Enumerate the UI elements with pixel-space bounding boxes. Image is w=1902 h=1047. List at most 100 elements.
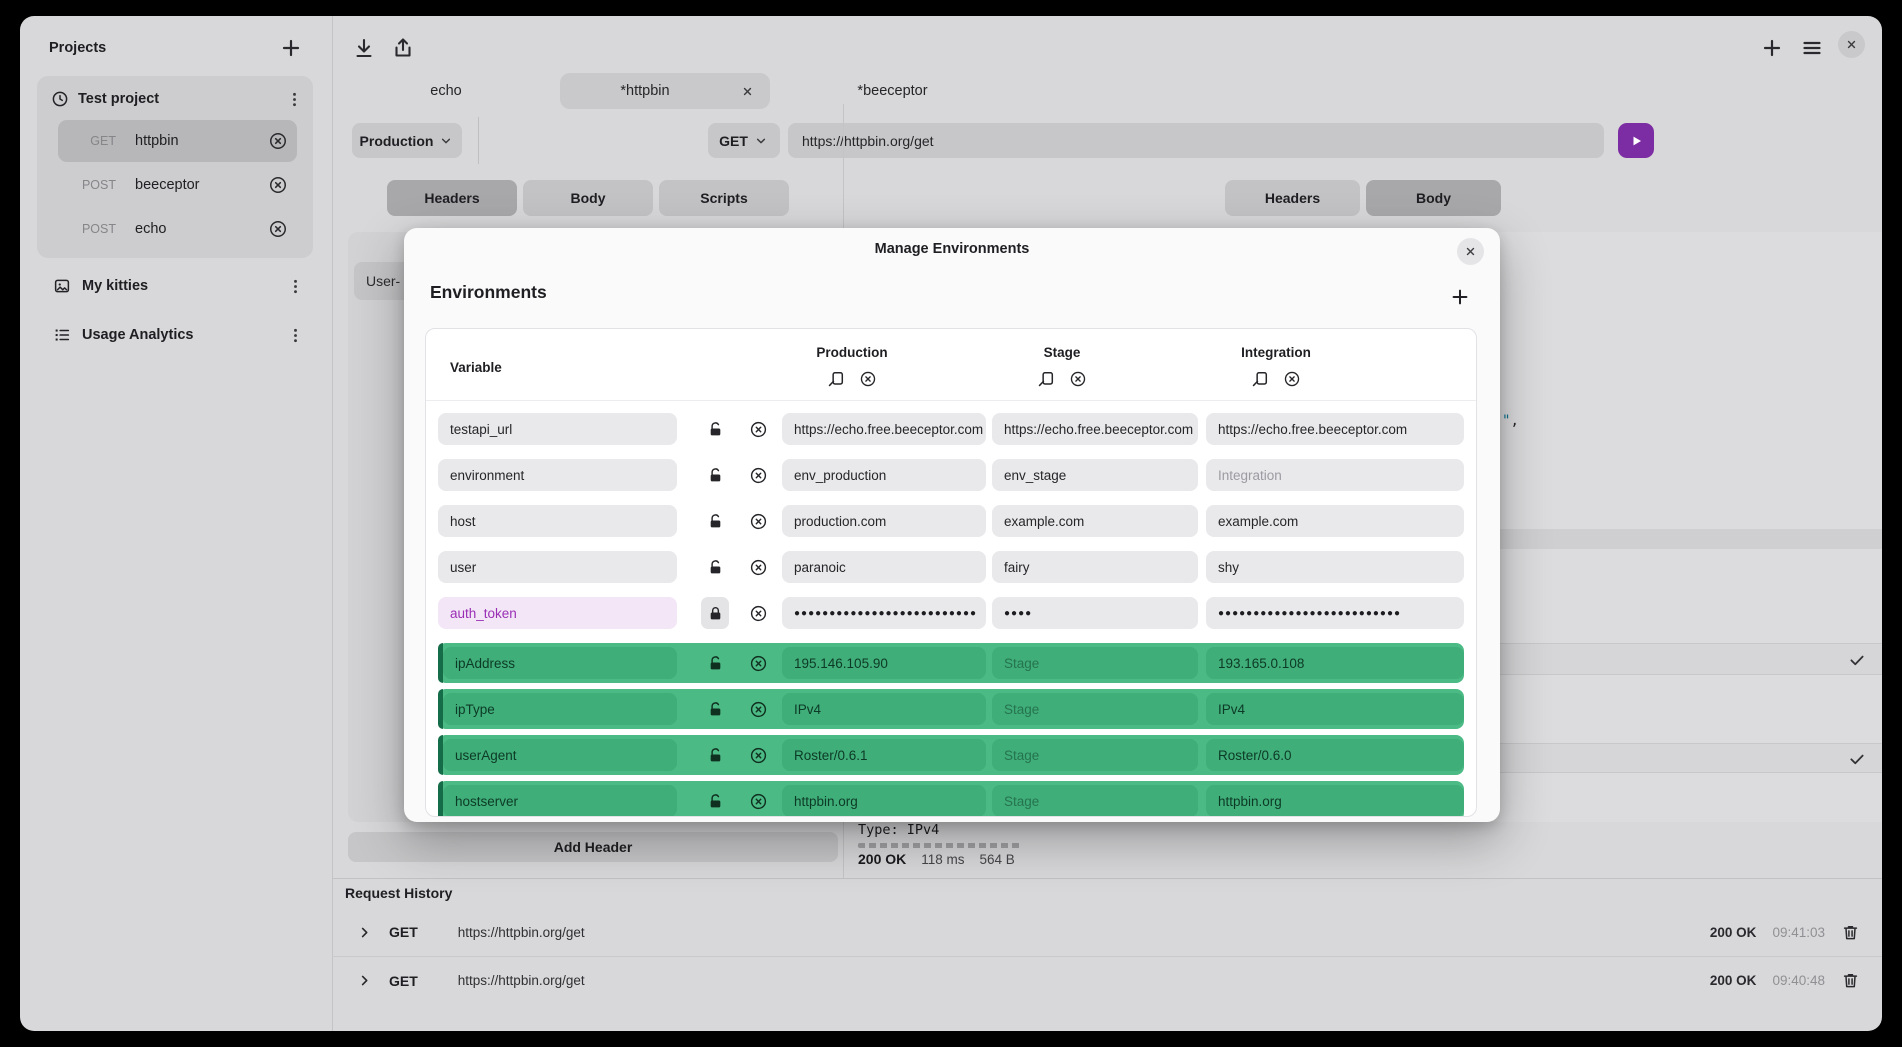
stage-value-input[interactable]: fairy <box>992 551 1198 583</box>
stage-value-input[interactable]: Stage <box>992 785 1198 817</box>
url-input[interactable]: https://httpbin.org/get <box>788 123 1604 158</box>
request-tab-scripts[interactable]: Scripts <box>659 180 789 216</box>
method-selector[interactable]: GET <box>708 123 780 158</box>
variable-name-input[interactable]: user <box>438 551 677 583</box>
window-close-button[interactable] <box>1838 31 1865 58</box>
variable-name-input[interactable]: environment <box>438 459 677 491</box>
production-value-input[interactable]: IPv4 <box>782 693 986 725</box>
history-row[interactable]: GET https://httpbin.org/get 200 OK 09:41… <box>332 908 1882 956</box>
add-project-button[interactable] <box>278 35 304 61</box>
delete-variable-button[interactable] <box>747 464 769 486</box>
stage-value-input[interactable]: Stage <box>992 739 1198 771</box>
lock-toggle-button[interactable] <box>701 505 729 537</box>
sidebar-item-usage-analytics[interactable]: Usage Analytics <box>53 321 306 349</box>
production-value-input[interactable]: env_production <box>782 459 986 491</box>
lock-toggle-button[interactable] <box>701 693 729 725</box>
add-header-label: Add Header <box>554 839 633 855</box>
delete-variable-button[interactable] <box>747 602 769 624</box>
new-tab-button[interactable] <box>1760 36 1784 60</box>
request-tab-headers[interactable]: Headers <box>387 180 517 216</box>
sidebar-item-echo[interactable]: POST echo <box>58 208 297 250</box>
export-button[interactable] <box>391 36 415 60</box>
integration-value-input[interactable]: Roster/0.6.0 <box>1206 739 1464 771</box>
delete-variable-button[interactable] <box>747 744 769 766</box>
stage-value-input[interactable]: ●●●● <box>992 597 1198 629</box>
production-value-input[interactable]: Roster/0.6.1 <box>782 739 986 771</box>
variable-name-input[interactable]: auth_token <box>438 597 677 629</box>
sidebar-item-httpbin[interactable]: GET httpbin <box>58 120 297 162</box>
stage-value-input[interactable]: Stage <box>992 693 1198 725</box>
integration-value-input[interactable]: 193.165.0.108 <box>1206 647 1464 679</box>
close-tab-button[interactable] <box>738 82 756 100</box>
response-tab-body[interactable]: Body <box>1366 180 1501 216</box>
variable-name-input[interactable]: ipType <box>443 693 677 725</box>
request-tab-body[interactable]: Body <box>523 180 653 216</box>
sidebar-item-my-kitties[interactable]: My kitties <box>53 272 306 300</box>
delete-variable-button[interactable] <box>747 698 769 720</box>
add-environment-button[interactable] <box>1448 285 1472 309</box>
environment-name: Production <box>816 345 887 360</box>
lock-toggle-button[interactable] <box>701 785 729 817</box>
delete-variable-button[interactable] <box>747 418 769 440</box>
stage-value-input[interactable]: Stage <box>992 647 1198 679</box>
delete-history-button[interactable] <box>1841 923 1860 942</box>
stage-value-input[interactable]: env_stage <box>992 459 1198 491</box>
integration-value-input[interactable]: shy <box>1206 551 1464 583</box>
lock-toggle-button[interactable] <box>701 413 729 445</box>
project-menu-button[interactable] <box>283 88 305 110</box>
import-button[interactable] <box>352 36 376 60</box>
integration-value-input[interactable]: Integration <box>1206 459 1464 491</box>
send-request-button[interactable] <box>1618 123 1654 158</box>
variable-name-input[interactable]: ipAddress <box>443 647 677 679</box>
delete-variable-button[interactable] <box>747 556 769 578</box>
duplicate-environment-button[interactable] <box>826 369 846 389</box>
production-value-input[interactable]: production.com <box>782 505 986 537</box>
delete-variable-button[interactable] <box>747 510 769 532</box>
production-value-input[interactable]: https://echo.free.beeceptor.com <box>782 413 986 445</box>
integration-value-input[interactable]: https://echo.free.beeceptor.com <box>1206 413 1464 445</box>
duplicate-environment-button[interactable] <box>1250 369 1270 389</box>
production-value-input[interactable]: httpbin.org <box>782 785 986 817</box>
integration-value-input[interactable]: ●●●●●●●●●●●●●●●●●●●●●●●●●● <box>1206 597 1464 629</box>
remove-request-button[interactable] <box>268 131 288 151</box>
project-menu-button[interactable] <box>284 324 306 346</box>
lock-toggle-button[interactable] <box>701 597 729 629</box>
delete-environment-button[interactable] <box>858 369 878 389</box>
delete-environment-button[interactable] <box>1282 369 1302 389</box>
app-menu-button[interactable] <box>1800 36 1824 60</box>
remove-request-button[interactable] <box>268 219 288 239</box>
lock-toggle-button[interactable] <box>701 551 729 583</box>
project-menu-button[interactable] <box>284 275 306 297</box>
remove-request-button[interactable] <box>268 175 288 195</box>
integration-value-input[interactable]: IPv4 <box>1206 693 1464 725</box>
delete-variable-button[interactable] <box>747 790 769 812</box>
production-value-input[interactable]: 195.146.105.90 <box>782 647 986 679</box>
duplicate-environment-button[interactable] <box>1036 369 1056 389</box>
delete-environment-button[interactable] <box>1068 369 1088 389</box>
stage-value-input[interactable]: example.com <box>992 505 1198 537</box>
tab-echo[interactable]: echo <box>402 73 490 109</box>
modal-close-button[interactable] <box>1457 238 1484 265</box>
integration-value-input[interactable]: example.com <box>1206 505 1464 537</box>
tab-beeceptor[interactable]: *beeceptor <box>840 73 945 109</box>
variable-name-input[interactable]: host <box>438 505 677 537</box>
variable-name-input[interactable]: hostserver <box>443 785 677 817</box>
stage-value-input[interactable]: https://echo.free.beeceptor.com <box>992 413 1198 445</box>
lock-toggle-button[interactable] <box>701 459 729 491</box>
variable-name-input[interactable]: testapi_url <box>438 413 677 445</box>
production-value-input[interactable]: paranoic <box>782 551 986 583</box>
variable-name-input[interactable]: userAgent <box>443 739 677 771</box>
production-value-input[interactable]: ●●●●●●●●●●●●●●●●●●●●●●●●●● <box>782 597 986 629</box>
lock-toggle-button[interactable] <box>701 647 729 679</box>
integration-value-input[interactable]: httpbin.org <box>1206 785 1464 817</box>
delete-history-button[interactable] <box>1841 971 1860 990</box>
lock-toggle-button[interactable] <box>701 739 729 771</box>
history-row[interactable]: GET https://httpbin.org/get 200 OK 09:40… <box>332 956 1882 1004</box>
add-header-button[interactable]: Add Header <box>348 832 838 862</box>
delete-variable-button[interactable] <box>747 652 769 674</box>
project-header[interactable]: Test project <box>51 85 305 113</box>
tab-httpbin[interactable]: *httpbin <box>560 73 770 109</box>
response-tab-headers[interactable]: Headers <box>1225 180 1360 216</box>
environment-selector[interactable]: Production <box>352 123 462 158</box>
sidebar-item-beeceptor[interactable]: POST beeceptor <box>58 164 297 206</box>
